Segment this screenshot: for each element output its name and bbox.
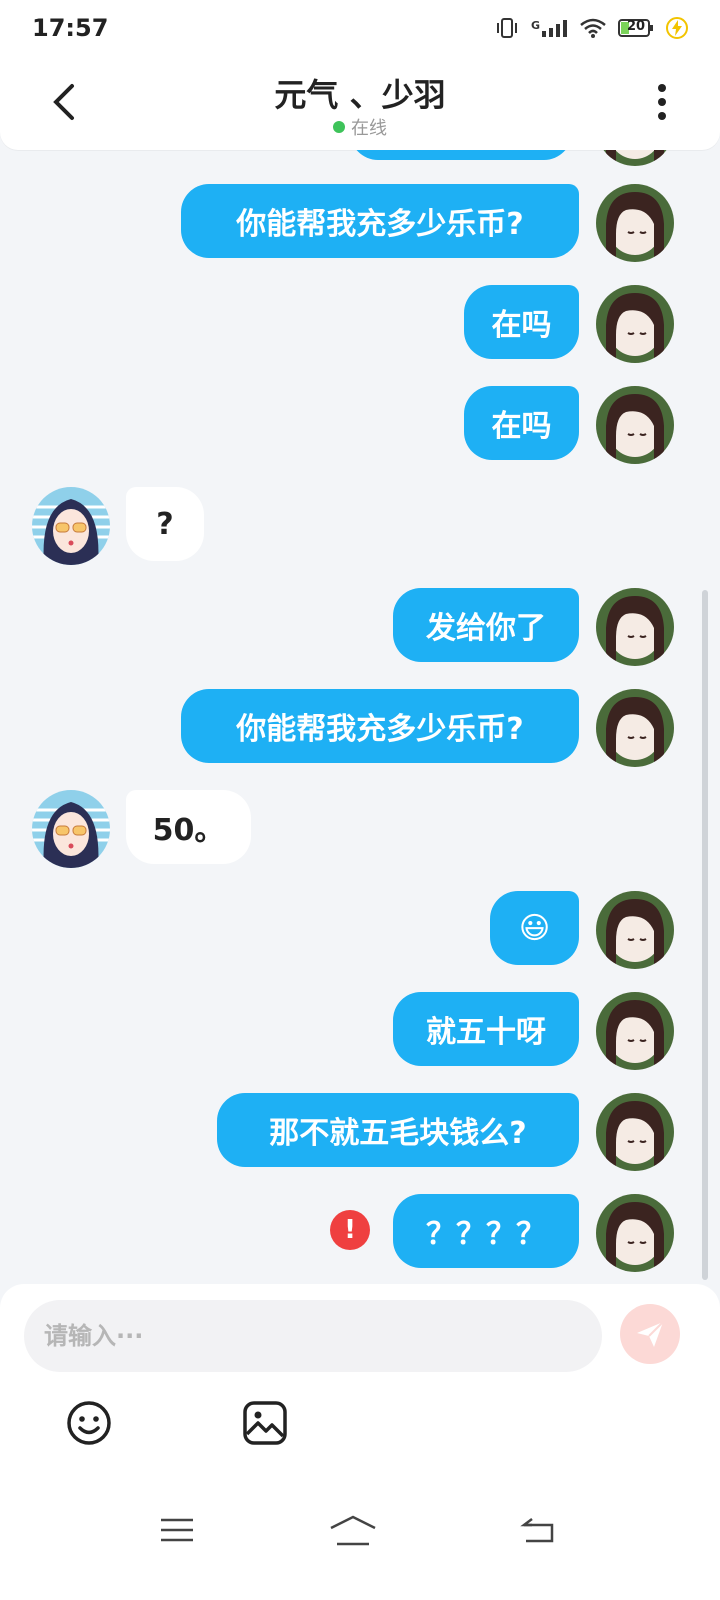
- message-input[interactable]: [24, 1300, 602, 1372]
- message-bubble-outgoing[interactable]: 在吗: [464, 386, 579, 460]
- battery-icon: 20: [618, 18, 654, 38]
- message-bubble-outgoing[interactable]: 那不就五毛块钱么?: [217, 1093, 579, 1167]
- signal-label: G: [530, 19, 540, 32]
- charging-icon: [666, 17, 688, 39]
- my-avatar[interactable]: [596, 689, 674, 767]
- back-nav-button[interactable]: [508, 1510, 568, 1550]
- message-bubble-outgoing[interactable]: 发给你了: [393, 588, 579, 662]
- online-dot-icon: [333, 121, 345, 133]
- avatar-girl-brown-hair-icon: [596, 386, 674, 464]
- scrollbar[interactable]: [702, 590, 708, 1280]
- avatar-girl-brown-hair-icon: [596, 891, 674, 969]
- my-avatar[interactable]: [596, 285, 674, 363]
- more-options-button[interactable]: [638, 78, 686, 126]
- chat-title: 元气 、少羽: [274, 76, 446, 114]
- my-avatar[interactable]: [596, 588, 674, 666]
- avatar-girl-brown-hair-icon: [596, 1194, 674, 1272]
- send-button[interactable]: [620, 1304, 680, 1364]
- contact-avatar[interactable]: [32, 790, 110, 868]
- menu-nav-button[interactable]: [147, 1510, 207, 1550]
- return-arrow-icon: [520, 1518, 554, 1543]
- my-avatar[interactable]: [596, 386, 674, 464]
- status-time: 17:57: [32, 14, 109, 42]
- status-bar: 17:57 G 20: [0, 0, 720, 56]
- my-avatar[interactable]: [596, 184, 674, 262]
- emoji-button[interactable]: [62, 1396, 116, 1450]
- message-list[interactable]: 你能帮我充多少乐币? 在吗 在吗 ? 发给你了 你能帮我充多少乐币? 50。 😃…: [0, 150, 720, 1285]
- message-bubble-incoming[interactable]: ?: [126, 487, 204, 561]
- avatar-girl-brown-hair-icon: [596, 588, 674, 666]
- avatar-girl-brown-hair-icon: [596, 992, 674, 1070]
- avatar-girl-brown-hair-icon: [596, 689, 674, 767]
- my-avatar[interactable]: [596, 1093, 674, 1171]
- battery-level: 20: [627, 19, 646, 34]
- message-bubble-outgoing[interactable]: ？？？？: [393, 1194, 579, 1268]
- more-vertical-icon: [658, 84, 666, 120]
- menu-lines-icon: [161, 1518, 193, 1542]
- online-status-label: 在线: [351, 118, 387, 139]
- contact-avatar[interactable]: [32, 487, 110, 565]
- my-avatar[interactable]: [596, 1194, 674, 1272]
- my-avatar[interactable]: [596, 891, 674, 969]
- message-bubble-outgoing[interactable]: 在吗: [464, 285, 579, 359]
- message-bubble-outgoing[interactable]: 你能帮我充多少乐币?: [181, 689, 579, 763]
- avatar-girl-brown-hair-icon: [596, 285, 674, 363]
- my-avatar[interactable]: [596, 150, 674, 166]
- message-bubble-outgoing[interactable]: 你能帮我充多少乐币?: [181, 184, 579, 258]
- message-bubble-outgoing[interactable]: 😃: [490, 891, 579, 965]
- message-bubble-incoming[interactable]: 50。: [126, 790, 251, 864]
- avatar-girl-brown-hair-icon: [596, 1093, 674, 1171]
- wifi-icon: [580, 18, 606, 38]
- online-status: 在线: [0, 114, 720, 140]
- avatar-girl-brown-hair-icon: [596, 184, 674, 262]
- message-bubble-outgoing[interactable]: 就五十呀: [393, 992, 579, 1066]
- image-button[interactable]: [238, 1396, 292, 1450]
- chat-header: 元气 、少羽 在线: [0, 56, 720, 150]
- home-nav-button[interactable]: [323, 1510, 383, 1550]
- my-avatar[interactable]: [596, 992, 674, 1070]
- vibrate-icon: [495, 17, 519, 39]
- system-navigation-bar: [0, 1490, 720, 1600]
- send-paper-plane-icon: [637, 1321, 664, 1347]
- message-bubble-partial[interactable]: [350, 150, 572, 160]
- home-icon: [330, 1515, 376, 1546]
- avatar-girl-sunglasses-icon: [32, 487, 110, 565]
- cellular-signal-icon: G: [531, 19, 568, 37]
- avatar-girl-sunglasses-icon: [32, 790, 110, 868]
- smiley-face-icon: [67, 1401, 111, 1445]
- avatar-girl-brown-hair-icon: [596, 150, 674, 166]
- send-failed-icon[interactable]: !: [330, 1210, 370, 1250]
- image-gallery-icon: [243, 1401, 287, 1445]
- status-icons: G 20: [495, 17, 688, 39]
